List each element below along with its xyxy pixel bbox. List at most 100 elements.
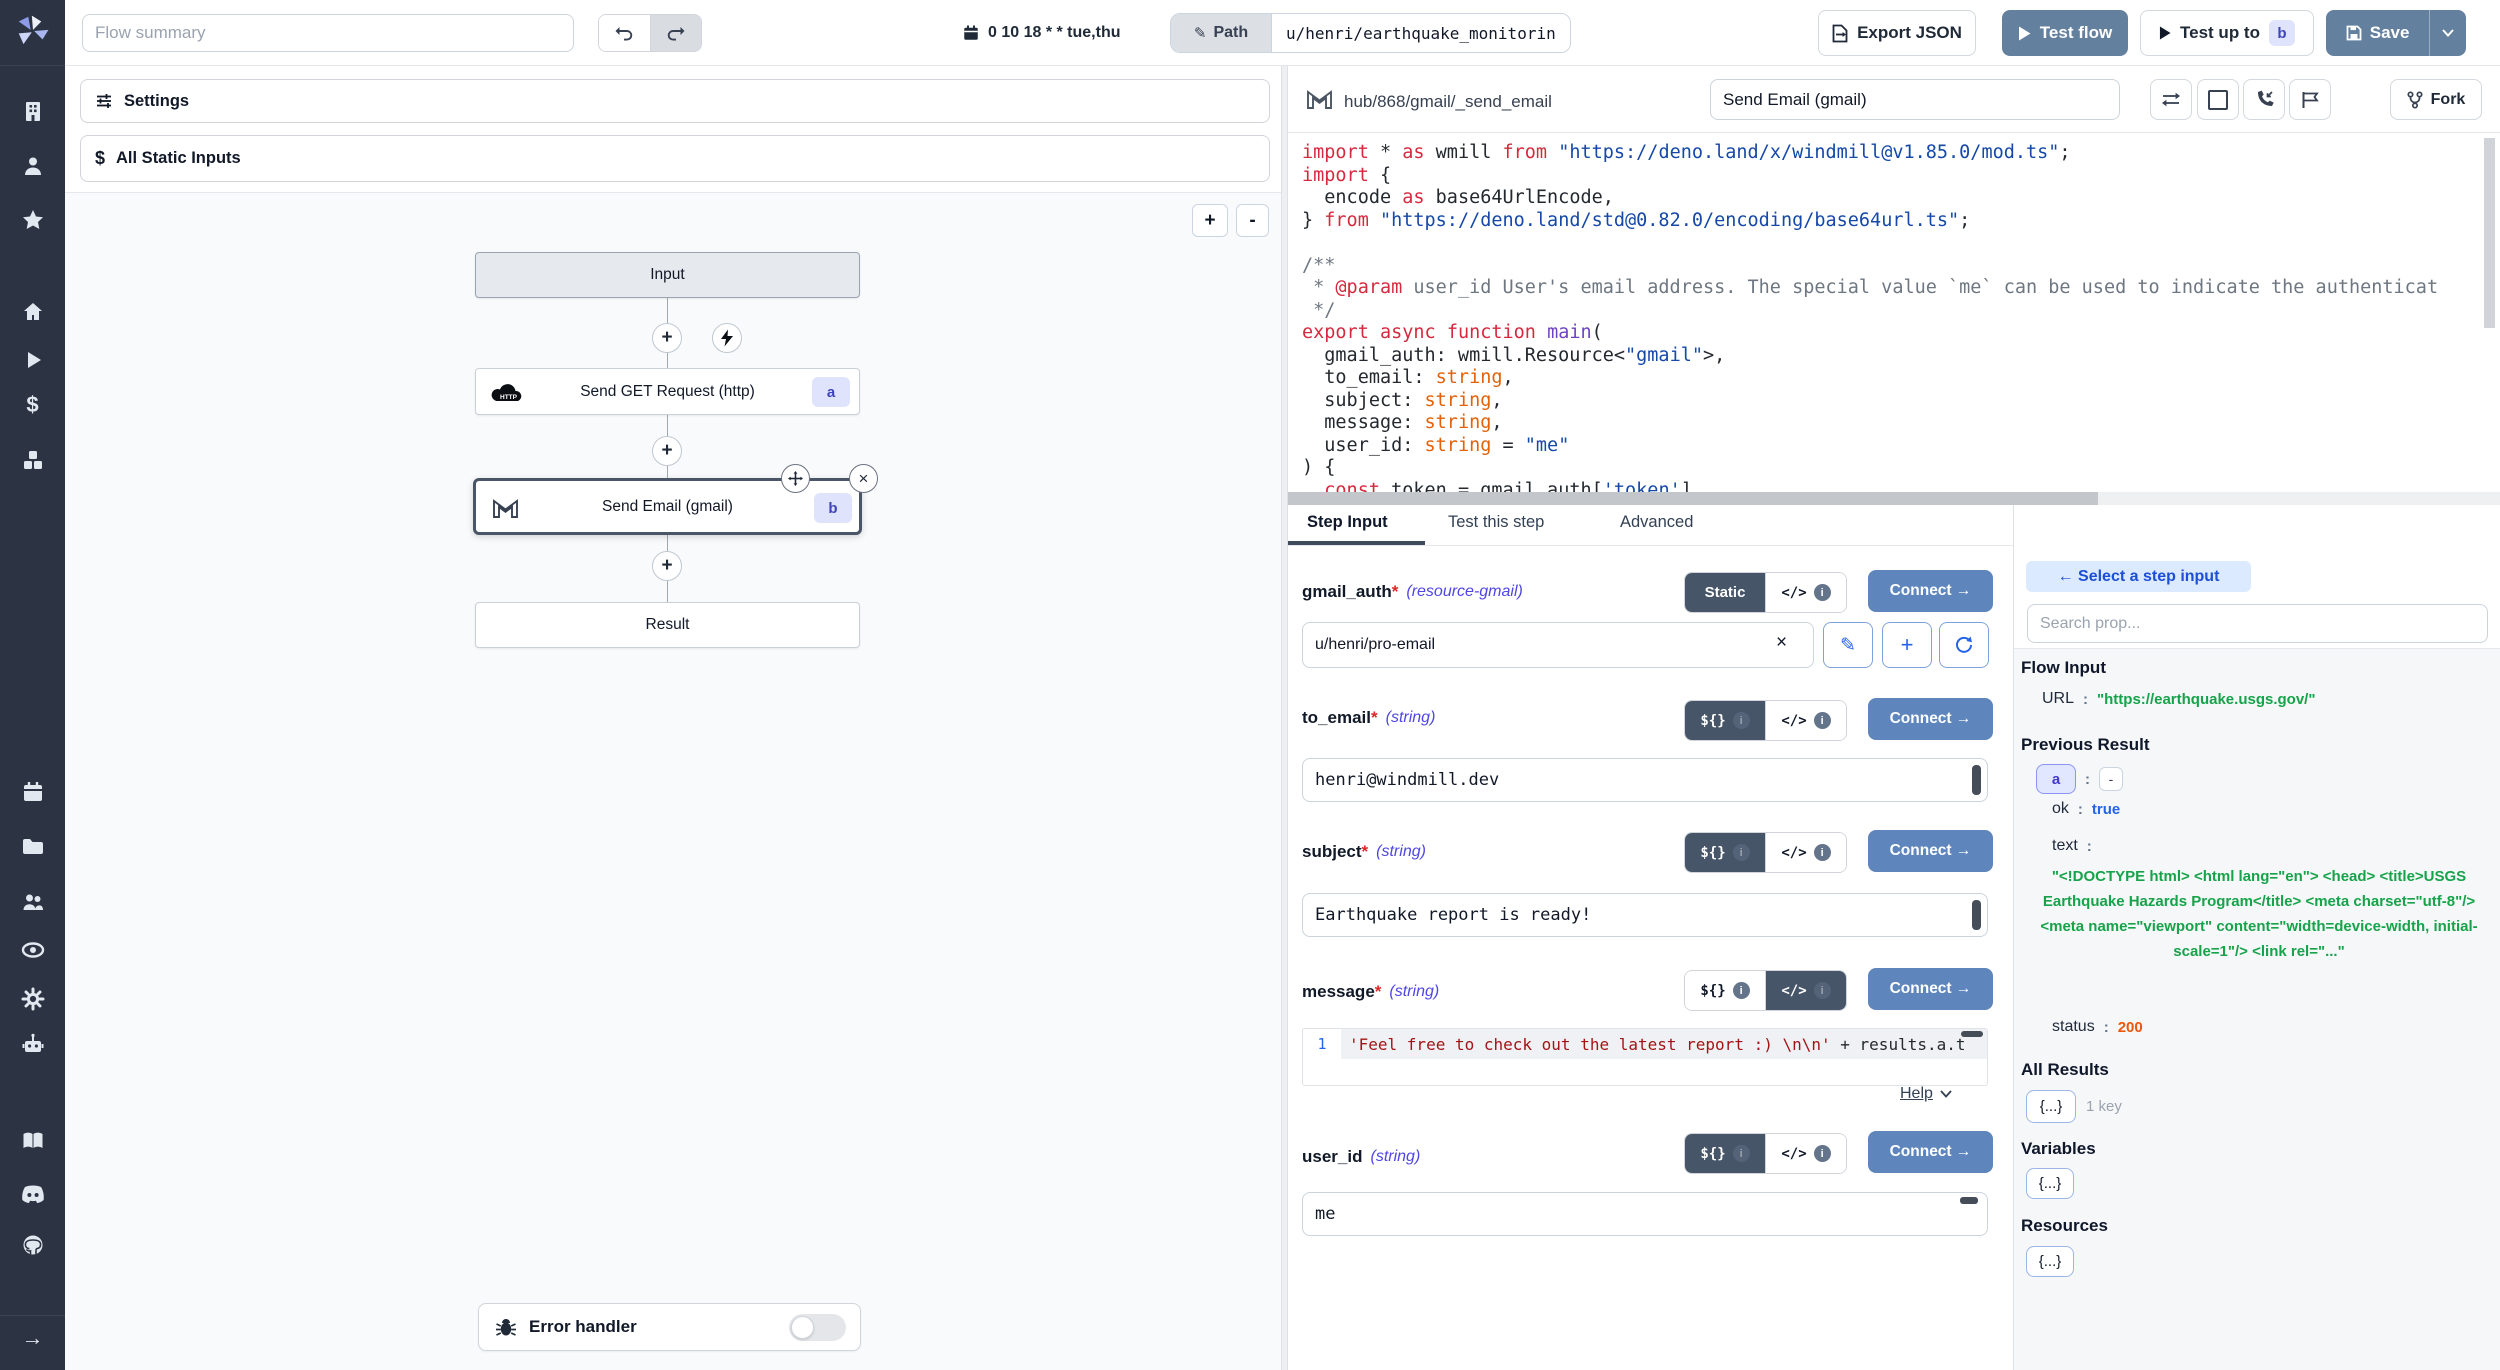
editor-scrollbar-thumb[interactable] bbox=[1961, 1031, 1983, 1037]
insert-step-button[interactable]: + bbox=[652, 323, 682, 353]
textarea-scrollbar-thumb[interactable] bbox=[1972, 765, 1981, 795]
help-link[interactable]: Help bbox=[1900, 1085, 1952, 1103]
code-horizontal-scrollbar[interactable] bbox=[1288, 492, 2500, 505]
test-up-to-button[interactable]: Test up to b bbox=[2140, 10, 2314, 56]
result-status-row[interactable]: status : 200 bbox=[2052, 1018, 2143, 1036]
path-chip[interactable]: ✎ Path u/henri/earthquake_monitorin bbox=[1170, 13, 1571, 53]
sidebar-item-groups[interactable] bbox=[0, 889, 65, 913]
connect-button-user-id[interactable]: Connect → bbox=[1868, 1131, 1993, 1173]
sidebar-item-workspace[interactable] bbox=[0, 99, 65, 123]
tab-advanced[interactable]: Advanced bbox=[1620, 513, 1693, 532]
schedule-badge[interactable]: 0 10 18 * * tue,thu bbox=[962, 14, 1121, 52]
connect-button-to-email[interactable]: Connect → bbox=[1868, 698, 1993, 740]
collapse-value-chip[interactable]: - bbox=[2099, 767, 2123, 791]
http-step-node[interactable]: HTTP Send GET Request (http) a bbox=[475, 368, 860, 415]
save-dropdown-button[interactable] bbox=[2429, 10, 2466, 56]
sidebar-item-runs[interactable] bbox=[0, 348, 65, 372]
connect-button-subject[interactable]: Connect → bbox=[1868, 830, 1993, 872]
refresh-resource-button[interactable] bbox=[1939, 622, 1989, 668]
text-value-block[interactable]: "<!DOCTYPE html> <html lang="en"> <head>… bbox=[2036, 864, 2482, 964]
code-vertical-scrollbar[interactable] bbox=[2484, 138, 2495, 328]
fork-button[interactable]: Fork bbox=[2390, 79, 2482, 120]
flow-input-node[interactable]: Input bbox=[475, 252, 860, 298]
script-name-input[interactable] bbox=[1710, 79, 2120, 120]
box-button[interactable] bbox=[2197, 79, 2239, 120]
textarea-scrollbar-thumb[interactable] bbox=[1972, 900, 1981, 930]
all-results-braces-chip[interactable]: {...} bbox=[2026, 1090, 2076, 1123]
mode-template[interactable]: ${} i bbox=[1685, 701, 1765, 740]
mode-template[interactable]: ${} i bbox=[1685, 1134, 1765, 1173]
mode-template[interactable]: ${} i bbox=[1685, 833, 1765, 872]
sidebar-item-user[interactable] bbox=[0, 154, 65, 178]
flow-result-node[interactable]: Result bbox=[475, 602, 860, 648]
resources-braces-chip[interactable]: {...} bbox=[2026, 1246, 2074, 1277]
canvas-zoom-out-button[interactable]: - bbox=[1236, 204, 1269, 237]
result-text-row[interactable]: text : bbox=[2052, 837, 2092, 855]
message-code-editor[interactable]: 1 'Feel free to check out the latest rep… bbox=[1302, 1028, 1988, 1086]
mode-template[interactable]: ${} i bbox=[1685, 971, 1765, 1010]
tab-test-this-step[interactable]: Test this step bbox=[1448, 513, 1544, 532]
mode-code[interactable]: </> i bbox=[1765, 971, 1846, 1010]
sidebar-item-docs[interactable] bbox=[0, 1129, 65, 1153]
user-id-input[interactable] bbox=[1302, 1192, 1988, 1236]
sidebar-item-audit[interactable] bbox=[0, 938, 65, 962]
sidebar-item-folders[interactable] bbox=[0, 835, 65, 859]
insert-step-button[interactable]: + bbox=[652, 551, 682, 581]
undo-button[interactable] bbox=[599, 15, 650, 51]
delete-step-button[interactable]: × bbox=[849, 464, 878, 493]
flow-summary-input[interactable] bbox=[82, 14, 574, 52]
save-button[interactable]: Save bbox=[2326, 10, 2429, 56]
move-step-button[interactable] bbox=[781, 464, 810, 493]
connect-button-gmail-auth[interactable]: Connect → bbox=[1868, 570, 1993, 612]
mode-code[interactable]: </> i bbox=[1765, 1134, 1846, 1173]
scrollbar-thumb[interactable] bbox=[1288, 492, 2098, 505]
sidebar-item-workers[interactable] bbox=[0, 1032, 65, 1056]
sidebar-item-home[interactable] bbox=[0, 300, 65, 324]
redo-button[interactable] bbox=[650, 15, 702, 51]
sidebar-item-discord[interactable] bbox=[0, 1184, 65, 1206]
gmail-auth-resource-input[interactable] bbox=[1302, 622, 1814, 668]
sidebar-item-variables[interactable]: $ bbox=[0, 392, 65, 418]
error-handler-toggle[interactable] bbox=[789, 1314, 846, 1341]
sidebar-item-schedules[interactable] bbox=[0, 780, 65, 804]
panel-splitter[interactable] bbox=[1281, 66, 1288, 1370]
export-json-button[interactable]: Export JSON bbox=[1818, 10, 1976, 56]
diff-button[interactable] bbox=[2150, 79, 2192, 120]
sidebar-collapse-button[interactable]: → bbox=[0, 1325, 65, 1351]
all-static-inputs-row[interactable]: $ All Static Inputs bbox=[80, 135, 1270, 182]
message-code-line[interactable]: 'Feel free to check out the latest repor… bbox=[1341, 1029, 1987, 1059]
variables-braces-chip[interactable]: {...} bbox=[2026, 1168, 2074, 1199]
sidebar-item-resources[interactable] bbox=[0, 448, 65, 472]
flow-input-url-row[interactable]: URL : "https://earthquake.usgs.gov/" bbox=[2042, 690, 2315, 708]
edit-resource-button[interactable]: ✎ bbox=[1823, 622, 1873, 668]
mode-code[interactable]: </> i bbox=[1765, 701, 1846, 740]
subject-input[interactable] bbox=[1302, 893, 1988, 937]
sidebar-item-favorites[interactable] bbox=[0, 208, 65, 232]
step-a-badge[interactable]: a bbox=[2036, 764, 2076, 794]
to-email-input[interactable] bbox=[1302, 758, 1988, 802]
select-step-input-button[interactable]: ← Select a step input bbox=[2026, 561, 2251, 592]
error-handler-row[interactable]: Error handler bbox=[478, 1303, 861, 1351]
code-editor[interactable]: import * as wmill from "https://deno.lan… bbox=[1288, 133, 2500, 492]
test-flow-button[interactable]: Test flow bbox=[2002, 10, 2128, 56]
windmill-logo-icon[interactable] bbox=[14, 12, 52, 50]
trigger-button[interactable] bbox=[712, 323, 742, 353]
mode-code[interactable]: </> i bbox=[1765, 573, 1846, 612]
flag-button[interactable] bbox=[2289, 79, 2331, 120]
previous-result-a-row[interactable]: a : - bbox=[2036, 764, 2123, 794]
clear-resource-icon[interactable]: × bbox=[1776, 632, 1787, 654]
result-ok-row[interactable]: ok : true bbox=[2052, 800, 2120, 818]
tab-step-input[interactable]: Step Input bbox=[1307, 513, 1388, 532]
settings-row[interactable]: Settings bbox=[80, 79, 1270, 123]
mode-code[interactable]: </> i bbox=[1765, 833, 1846, 872]
add-resource-button[interactable]: + bbox=[1882, 622, 1932, 668]
sidebar-item-github[interactable] bbox=[0, 1233, 65, 1257]
search-prop-input[interactable] bbox=[2027, 604, 2488, 643]
canvas-zoom-in-button[interactable]: + bbox=[1192, 204, 1228, 237]
mode-static[interactable]: Static bbox=[1685, 573, 1765, 612]
sidebar-item-settings[interactable] bbox=[0, 987, 65, 1011]
insert-step-button[interactable]: + bbox=[652, 436, 682, 466]
call-button[interactable] bbox=[2243, 79, 2285, 120]
connect-button-message[interactable]: Connect → bbox=[1868, 968, 1993, 1010]
editor-scrollbar-thumb[interactable] bbox=[1960, 1197, 1978, 1204]
